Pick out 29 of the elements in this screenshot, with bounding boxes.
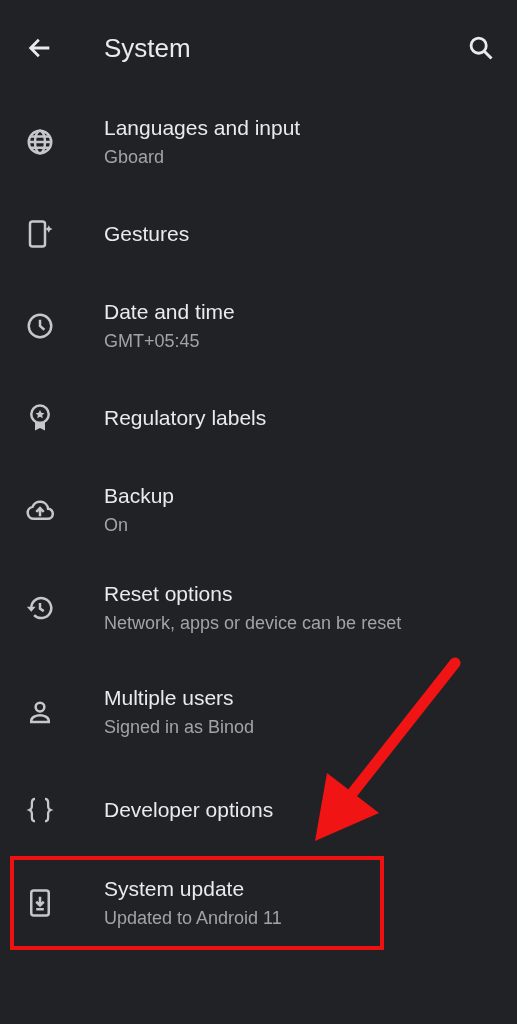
item-title: Reset options — [104, 581, 234, 607]
item-subtitle: Signed in as Binod — [104, 716, 255, 739]
item-title: Date and time — [104, 299, 235, 325]
search-icon[interactable] — [467, 34, 495, 62]
item-subtitle: Gboard — [104, 146, 166, 169]
settings-item[interactable]: Backup On — [0, 464, 517, 556]
settings-item[interactable]: Languages and input Gboard — [0, 96, 517, 188]
item-title: Gestures — [104, 221, 190, 247]
settings-item[interactable]: Date and time GMT+05:45 — [0, 280, 517, 372]
item-title: Languages and input — [104, 115, 301, 141]
settings-item[interactable]: Reset options Network, apps or device can be reset — [0, 556, 517, 660]
settings-item[interactable]: Gestures — [0, 188, 517, 280]
item-title: System update — [104, 876, 246, 902]
item-title: Backup — [104, 483, 175, 509]
clock-icon — [25, 311, 55, 341]
item-subtitle: GMT+05:45 — [104, 330, 201, 353]
settings-item[interactable]: Developer options — [0, 764, 517, 856]
screen-title: System — [104, 32, 192, 64]
settings-item[interactable]: System update Updated to Android 11 — [0, 856, 517, 950]
settings-item[interactable]: Regulatory labels — [0, 372, 517, 464]
item-title: Multiple users — [104, 685, 235, 711]
braces-icon — [25, 795, 55, 825]
settings-item[interactable]: Multiple users Signed in as Binod — [0, 660, 517, 764]
item-title: Regulatory labels — [104, 405, 267, 431]
item-title: Developer options — [104, 797, 274, 823]
item-subtitle: On — [104, 514, 129, 537]
item-subtitle: Updated to Android 11 — [104, 907, 282, 930]
item-subtitle: Network, apps or device can be reset — [104, 612, 402, 635]
globe-icon — [25, 127, 55, 157]
